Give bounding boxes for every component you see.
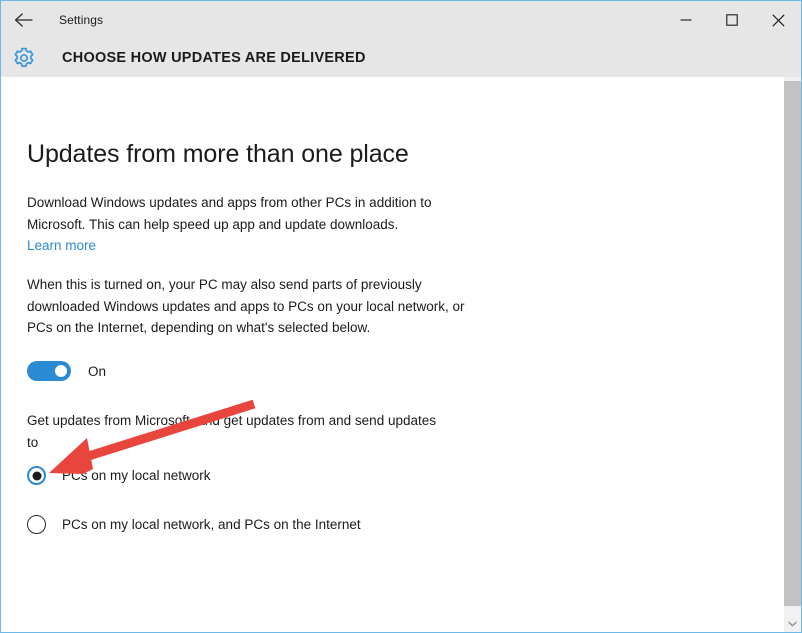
delivery-optimization-toggle[interactable] — [27, 361, 71, 381]
caption-buttons — [663, 1, 801, 39]
close-button[interactable] — [755, 1, 801, 39]
radio-option-local-network[interactable]: PCs on my local network — [27, 466, 211, 485]
minimize-button[interactable] — [663, 1, 709, 39]
settings-window: Settings CHOOSE HOW UPDATES ARE DELIVERE… — [0, 0, 802, 633]
radio-button-selected[interactable] — [27, 466, 46, 485]
page-title: CHOOSE HOW UPDATES ARE DELIVERED — [62, 50, 366, 66]
radio-option-label: PCs on my local network, and PCs on the … — [62, 517, 361, 532]
gear-icon-glyph — [14, 47, 34, 67]
toggle-knob — [55, 365, 67, 377]
back-arrow-icon — [14, 13, 33, 27]
title-bar: Settings — [1, 1, 801, 39]
maximize-icon — [726, 14, 738, 26]
app-title: Settings — [59, 13, 104, 27]
back-button[interactable] — [1, 1, 47, 39]
radio-option-label: PCs on my local network — [62, 468, 211, 483]
scrollbar-down-button[interactable] — [784, 615, 801, 632]
gear-icon — [1, 39, 47, 77]
minimize-icon — [680, 19, 692, 21]
close-icon — [771, 13, 785, 27]
maximize-button[interactable] — [709, 1, 755, 39]
description-paragraph-1: Download Windows updates and apps from o… — [27, 195, 432, 232]
section-heading: Updates from more than one place — [27, 140, 409, 168]
delivery-optimization-toggle-row: On — [27, 361, 106, 381]
description-paragraph-2: When this is turned on, your PC may also… — [27, 277, 465, 335]
vertical-scrollbar[interactable] — [783, 77, 801, 632]
radio-dot — [32, 471, 41, 480]
chevron-down-icon — [788, 621, 797, 626]
content-pane: Updates from more than one place Downloa… — [1, 77, 783, 632]
description-paragraph-3: Get updates from Microsoft, and get upda… — [27, 413, 436, 450]
scrollbar-thumb[interactable] — [784, 81, 801, 606]
page-header: CHOOSE HOW UPDATES ARE DELIVERED — [1, 39, 801, 77]
learn-more-link[interactable]: Learn more — [27, 235, 96, 257]
radio-button-unselected[interactable] — [27, 515, 46, 534]
radio-option-local-and-internet[interactable]: PCs on my local network, and PCs on the … — [27, 515, 361, 534]
toggle-state-label: On — [88, 363, 107, 379]
